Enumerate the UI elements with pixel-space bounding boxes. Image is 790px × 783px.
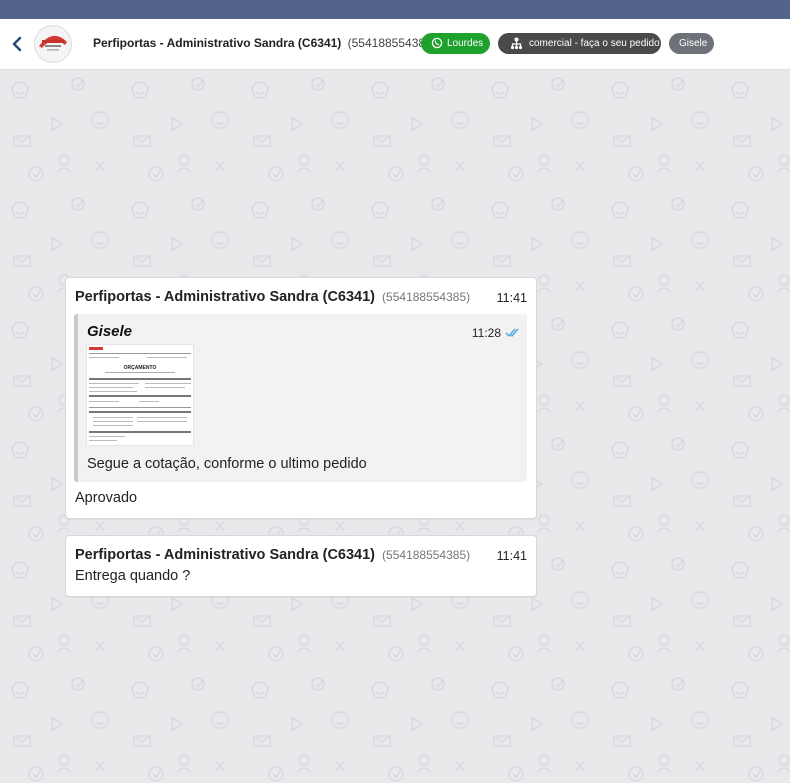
message-text: Entrega quando ? (75, 568, 191, 584)
back-arrow-icon[interactable] (9, 35, 25, 53)
user-tag[interactable]: Gisele (669, 33, 714, 54)
message-bubble[interactable]: Perfiportas - Administrativo Sandra (C63… (65, 277, 537, 519)
document-thumbnail[interactable]: ORÇAMENTO (86, 344, 194, 446)
agent-tag-label: Lourdes (447, 38, 484, 49)
top-bar (0, 0, 790, 19)
company-logo-icon (36, 27, 70, 61)
message-sender: Perfiportas - Administrativo Sandra (C63… (75, 547, 470, 563)
sender-phone: (554188554385) (382, 290, 471, 304)
message-bubble[interactable]: Perfiportas - Administrativo Sandra (C63… (65, 535, 537, 597)
queue-tag[interactable]: comercial - faça o seu pedido (498, 33, 661, 54)
sitemap-icon (510, 37, 523, 50)
chat-title: Perfiportas - Administrativo Sandra (C63… (93, 36, 436, 50)
contact-name: Perfiportas - Administrativo Sandra (C63… (93, 36, 342, 50)
message-sender: Perfiportas - Administrativo Sandra (C63… (75, 289, 470, 305)
quoted-time: 11:28 (471, 326, 501, 340)
whatsapp-icon (431, 37, 443, 49)
sender-name: Perfiportas - Administrativo Sandra (C63… (75, 547, 376, 563)
message-time: 11:41 (496, 549, 527, 563)
chat-header: Perfiportas - Administrativo Sandra (C63… (0, 19, 790, 70)
quoted-message[interactable]: Gisele 11:28 ORÇAMENTO Segue a cotação, … (74, 314, 527, 482)
message-time: 11:41 (496, 291, 527, 305)
contact-avatar[interactable] (34, 25, 72, 63)
document-title: ORÇAMENTO (124, 365, 157, 371)
sender-name: Perfiportas - Administrativo Sandra (C63… (75, 289, 376, 305)
quoted-text: Segue a cotação, conforme o ultimo pedid… (87, 456, 367, 472)
message-text: Aprovado (75, 490, 138, 506)
double-check-icon (505, 328, 519, 338)
document-preview-icon: ORÇAMENTO (87, 345, 193, 445)
quoted-author: Gisele (87, 323, 133, 340)
user-tag-label: Gisele (679, 38, 708, 49)
queue-tag-label: comercial - faça o seu pedido (529, 38, 660, 49)
sender-phone: (554188554385) (382, 548, 471, 562)
agent-tag[interactable]: Lourdes (421, 33, 490, 54)
